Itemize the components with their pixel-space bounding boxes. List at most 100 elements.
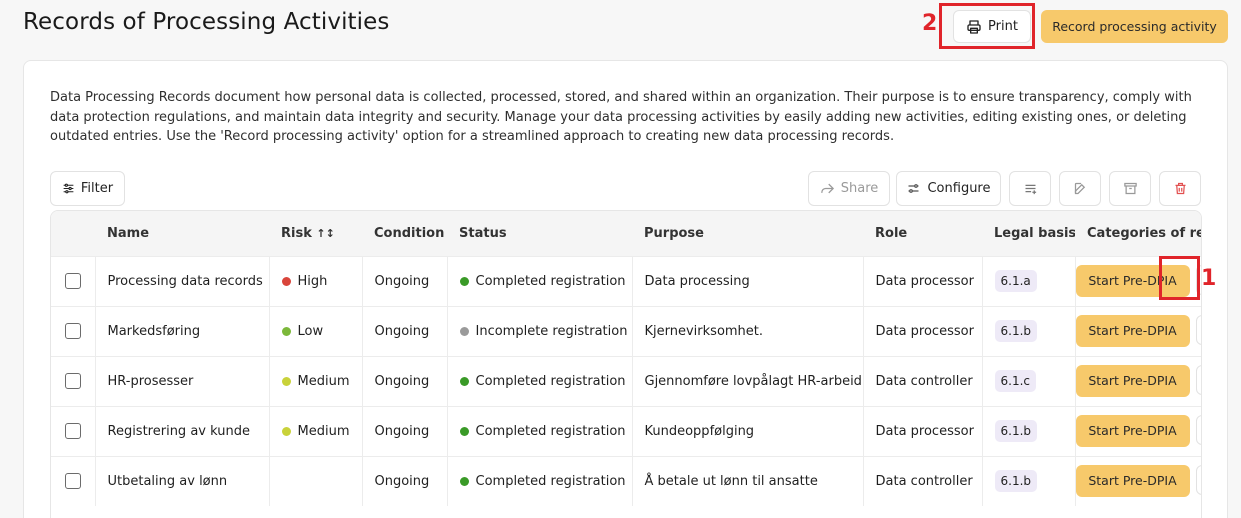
table-row[interactable]: Processing data records High Ongoing Com… (51, 256, 1201, 306)
view-record-button[interactable] (1195, 415, 1201, 445)
row-condition: Ongoing (361, 356, 447, 406)
row-purpose: Kundeoppfølging (631, 406, 863, 456)
annotation-box-view (1159, 256, 1200, 300)
risk-label: Medium (297, 423, 350, 439)
table-row[interactable]: Registrering av kunde Medium Ongoing Com… (51, 406, 1201, 456)
table-row[interactable]: Markedsføring Low Ongoing Incomplete reg… (51, 306, 1201, 356)
column-header-role[interactable]: Role (863, 211, 982, 256)
row-select-cell (51, 456, 95, 506)
legal-basis-badge: 6.1.a (994, 270, 1037, 292)
configure-button-label: Configure (927, 181, 991, 196)
row-condition: Ongoing (361, 306, 447, 356)
row-risk: Low (268, 306, 362, 356)
row-checkbox[interactable] (65, 373, 81, 389)
row-name: Registrering av kunde (94, 406, 269, 456)
risk-dot (281, 426, 291, 436)
column-header-legal-basis[interactable]: Legal basis (982, 211, 1075, 256)
risk-label: High (297, 273, 328, 289)
row-actions: Start Pre-DPIA (1074, 406, 1201, 456)
annotation-number-2: 2 (922, 11, 938, 36)
row-risk: High (268, 256, 362, 306)
archive-button[interactable] (1109, 171, 1151, 206)
archive-icon (1123, 182, 1137, 195)
column-header-status[interactable]: Status (447, 211, 632, 256)
row-legal-basis: 6.1.b (981, 406, 1075, 456)
select-column-header (51, 211, 95, 256)
row-purpose: Kjernevirksomhet. (631, 306, 863, 356)
delete-button[interactable] (1159, 171, 1201, 206)
start-pre-dpia-button[interactable]: Start Pre-DPIA (1076, 365, 1190, 397)
row-role: Data controller (862, 456, 982, 506)
row-risk: Medium (268, 356, 362, 406)
configure-button[interactable]: Configure (896, 171, 1001, 206)
share-icon (820, 183, 834, 194)
row-risk: Medium (268, 406, 362, 456)
row-purpose: Data processing (631, 256, 863, 306)
row-name: HR-prosesser (94, 356, 269, 406)
status-dot (459, 476, 469, 486)
table-row[interactable]: Utbetaling av lønn Ongoing Completed reg… (51, 456, 1201, 506)
row-role: Data processor (862, 406, 982, 456)
row-status: Completed registration (446, 406, 632, 456)
row-name: Markedsføring (94, 306, 269, 356)
filter-sliders-icon (63, 183, 74, 194)
status-dot (459, 376, 469, 386)
risk-dot (281, 376, 291, 386)
column-header-condition[interactable]: Condition (362, 211, 447, 256)
legal-basis-badge: 6.1.b (994, 420, 1038, 442)
view-record-button[interactable] (1195, 315, 1201, 345)
row-legal-basis: 6.1.b (981, 456, 1075, 506)
start-pre-dpia-button[interactable]: Start Pre-DPIA (1076, 315, 1190, 347)
row-checkbox[interactable] (65, 273, 81, 289)
risk-label: Medium (297, 373, 350, 389)
status-label: Completed registration (475, 273, 626, 289)
row-role: Data controller (862, 356, 982, 406)
edit-icon (1074, 182, 1085, 195)
row-select-cell (51, 306, 95, 356)
row-select-cell (51, 356, 95, 406)
column-header-risk[interactable]: Risk ↑↕ (269, 211, 362, 256)
share-button[interactable]: Share (808, 171, 890, 206)
annotation-number-1: 1 (1201, 266, 1217, 291)
row-actions: Start Pre-DPIA (1074, 456, 1201, 506)
risk-header-label: Risk (281, 225, 312, 241)
row-actions: Start Pre-DPIA (1074, 356, 1201, 406)
row-name: Processing data records (94, 256, 269, 306)
row-status: Completed registration (446, 456, 632, 506)
column-header-name[interactable]: Name (95, 211, 269, 256)
share-button-label: Share (840, 181, 879, 196)
status-label: Incomplete registration (475, 323, 628, 339)
edit-button[interactable] (1059, 171, 1101, 206)
column-header-categories[interactable]: Categories of regist (1075, 211, 1201, 256)
sort-icon[interactable]: ↑↕ (316, 227, 334, 240)
row-checkbox[interactable] (65, 323, 81, 339)
risk-dot (281, 326, 291, 336)
list-add-icon (1025, 184, 1036, 195)
start-pre-dpia-button[interactable]: Start Pre-DPIA (1076, 465, 1190, 498)
row-legal-basis: 6.1.c (981, 356, 1075, 406)
row-status: Incomplete registration (446, 306, 632, 356)
configure-icon (908, 184, 919, 193)
columns-button[interactable] (1009, 171, 1051, 206)
legal-basis-badge: 6.1.b (994, 320, 1038, 342)
row-checkbox[interactable] (65, 473, 81, 490)
status-dot (459, 426, 469, 436)
row-name: Utbetaling av lønn (94, 456, 269, 506)
annotation-box-print (939, 3, 1035, 49)
row-status: Completed registration (446, 356, 632, 406)
view-record-button[interactable] (1195, 465, 1201, 496)
column-header-purpose[interactable]: Purpose (632, 211, 863, 256)
row-checkbox[interactable] (65, 423, 81, 439)
row-select-cell (51, 406, 95, 456)
filter-button[interactable]: Filter (50, 171, 125, 206)
row-select-cell (51, 256, 95, 306)
row-legal-basis: 6.1.a (981, 256, 1075, 306)
table-row[interactable]: HR-prosesser Medium Ongoing Completed re… (51, 356, 1201, 406)
row-role: Data processor (862, 256, 982, 306)
start-pre-dpia-button[interactable]: Start Pre-DPIA (1076, 415, 1190, 447)
record-processing-activity-button[interactable]: Record processing activity (1041, 10, 1228, 43)
view-record-button[interactable] (1195, 365, 1201, 395)
row-condition: Ongoing (361, 256, 447, 306)
status-label: Completed registration (475, 373, 626, 389)
risk-dot (281, 276, 291, 286)
